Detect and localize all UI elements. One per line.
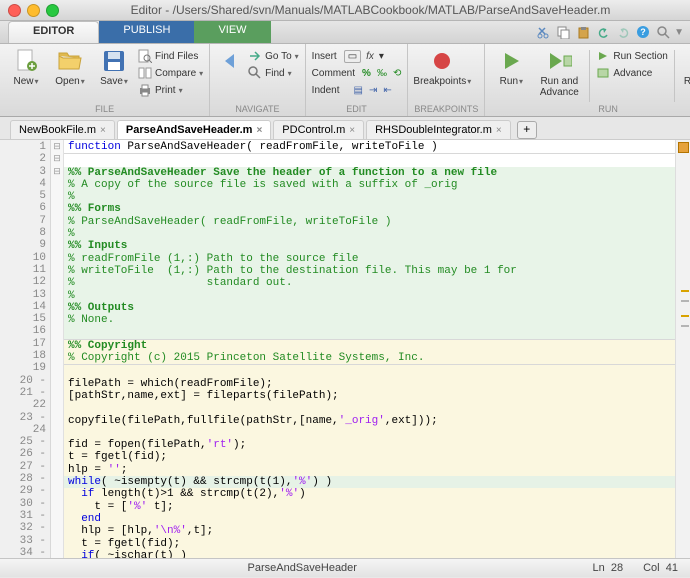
file-tabstrip: NewBookFile.m× ParseAndSaveHeader.m× PDC… xyxy=(0,117,690,140)
code-mark[interactable] xyxy=(681,300,689,302)
comment-remove-button[interactable]: ‰ xyxy=(377,68,387,79)
compare-icon xyxy=(138,66,152,80)
window-traffic-lights xyxy=(8,4,59,17)
insert-more-button[interactable]: ▾ xyxy=(379,51,384,62)
run-play-icon xyxy=(498,48,524,74)
indent-decrease-button[interactable]: ⇤ xyxy=(383,85,391,96)
find-files-button[interactable]: Find Files xyxy=(138,48,203,64)
run-section-button[interactable]: Run Section xyxy=(596,48,667,64)
group-label-run: RUN xyxy=(491,104,690,114)
breakpoints-button[interactable]: Breakpoints▾ xyxy=(414,48,470,87)
run-button[interactable]: Run▾ xyxy=(491,48,531,87)
goto-button[interactable]: Go To xyxy=(248,48,299,64)
search-icon xyxy=(248,66,262,80)
insert-section-button[interactable]: ▭ xyxy=(344,50,361,63)
group-label-breakpoints: BREAKPOINTS xyxy=(414,104,478,114)
indent-label: Indent xyxy=(312,85,340,96)
code-mark[interactable] xyxy=(681,290,689,292)
qat-search-button[interactable] xyxy=(654,24,672,40)
close-icon[interactable]: × xyxy=(496,125,502,136)
compare-button[interactable]: Compare xyxy=(138,65,203,81)
breakpoint-icon xyxy=(429,48,455,74)
new-button[interactable]: New▾ xyxy=(6,48,46,87)
close-window-button[interactable] xyxy=(8,4,21,17)
statusbar: ParseAndSaveHeader Ln 28 Col 41 xyxy=(0,558,690,577)
fold-gutter[interactable]: ⊟⊟⊟ xyxy=(51,140,64,558)
code-mark[interactable] xyxy=(681,315,689,317)
qat-copy-button[interactable] xyxy=(554,24,572,40)
ribbon-tabstrip: EDITOR PUBLISH VIEW ? ▼ xyxy=(0,21,690,44)
group-label-file: FILE xyxy=(6,104,203,114)
close-icon[interactable]: × xyxy=(256,125,262,136)
titlebar: Editor - /Users/Shared/svn/Manuals/MATLA… xyxy=(0,0,690,21)
file-tab-parseandsaveheader[interactable]: ParseAndSaveHeader.m× xyxy=(117,120,271,139)
qat-undo-button[interactable] xyxy=(594,24,612,40)
group-label-navigate: NAVIGATE xyxy=(216,104,299,114)
comment-label: Comment xyxy=(312,68,355,79)
advance-icon xyxy=(596,66,610,80)
line-number-gutter: 1234567891011121314151617181920 -21 -222… xyxy=(0,140,51,558)
advance-button[interactable]: Advance xyxy=(596,65,667,81)
printer-icon xyxy=(138,83,152,97)
goto-arrow-icon xyxy=(248,49,262,63)
nav-back-button[interactable] xyxy=(216,48,244,74)
insert-label: Insert ▭ fx ▾ xyxy=(312,48,384,64)
file-tab-rhsdoubleintegrator[interactable]: RHSDoubleIntegrator.m× xyxy=(366,120,511,139)
indent-increase-button[interactable]: ⇥ xyxy=(369,85,377,96)
run-section-icon xyxy=(596,49,610,63)
file-tab-newbookfile[interactable]: NewBookFile.m× xyxy=(10,120,115,139)
new-file-icon xyxy=(13,48,39,74)
window-title: Editor - /Users/Shared/svn/Manuals/MATLA… xyxy=(59,3,682,17)
qat-redo-button[interactable] xyxy=(614,24,632,40)
file-tab-pdcontrol[interactable]: PDControl.m× xyxy=(273,120,364,139)
code-editor[interactable]: 1234567891011121314151617181920 -21 -222… xyxy=(0,140,690,558)
close-icon[interactable]: × xyxy=(349,125,355,136)
find-files-icon xyxy=(138,49,152,63)
status-col: Col 41 xyxy=(643,562,678,574)
save-disk-icon xyxy=(101,48,127,74)
ribbon: New▾ Open▾ Save▾ Find Files Compare Prin… xyxy=(0,44,690,117)
code-content[interactable]: function ParseAndSaveHeader( readFromFil… xyxy=(64,140,675,558)
run-advance-icon xyxy=(546,48,572,74)
run-and-time-button[interactable]: Run and Time xyxy=(681,48,690,98)
insert-fx-button[interactable]: fx xyxy=(366,51,374,62)
svg-text:?: ? xyxy=(640,27,646,37)
qat-help-button[interactable]: ? xyxy=(634,24,652,40)
ribbon-tab-view[interactable]: VIEW xyxy=(194,21,270,43)
print-button[interactable]: Print xyxy=(138,82,203,98)
code-analyzer-summary[interactable] xyxy=(678,142,689,153)
group-label-edit: EDIT xyxy=(312,104,402,114)
comment-row: Comment % ‰ ⟲ xyxy=(312,65,402,81)
open-button[interactable]: Open▾ xyxy=(50,48,90,87)
arrow-left-icon xyxy=(217,48,243,74)
status-line: Ln 28 xyxy=(592,562,623,574)
indent-row: Indent ▤ ⇥ ⇤ xyxy=(312,82,392,98)
indent-auto-button[interactable]: ▤ xyxy=(353,85,362,96)
qat-menu-arrow[interactable]: ▼ xyxy=(674,27,684,38)
comment-wrap-button[interactable]: ⟲ xyxy=(393,68,401,79)
code-mark[interactable] xyxy=(681,325,689,327)
find-button[interactable]: Find xyxy=(248,65,299,81)
run-and-advance-button[interactable]: Run and Advance xyxy=(535,48,583,98)
comment-add-button[interactable]: % xyxy=(362,68,371,79)
ribbon-tab-publish[interactable]: PUBLISH xyxy=(99,21,194,43)
ribbon-tab-editor[interactable]: EDITOR xyxy=(8,21,99,43)
save-button[interactable]: Save▾ xyxy=(94,48,134,87)
qat-paste-button[interactable] xyxy=(574,24,592,40)
zoom-window-button[interactable] xyxy=(46,4,59,17)
qat-cut-button[interactable] xyxy=(534,24,552,40)
open-folder-icon xyxy=(57,48,83,74)
status-filename: ParseAndSaveHeader xyxy=(12,562,592,574)
minimize-window-button[interactable] xyxy=(27,4,40,17)
quick-access-toolbar: ? ▼ xyxy=(528,21,690,43)
scroll-track[interactable] xyxy=(675,140,690,558)
close-icon[interactable]: × xyxy=(100,125,106,136)
new-tab-button[interactable]: + xyxy=(517,121,537,139)
